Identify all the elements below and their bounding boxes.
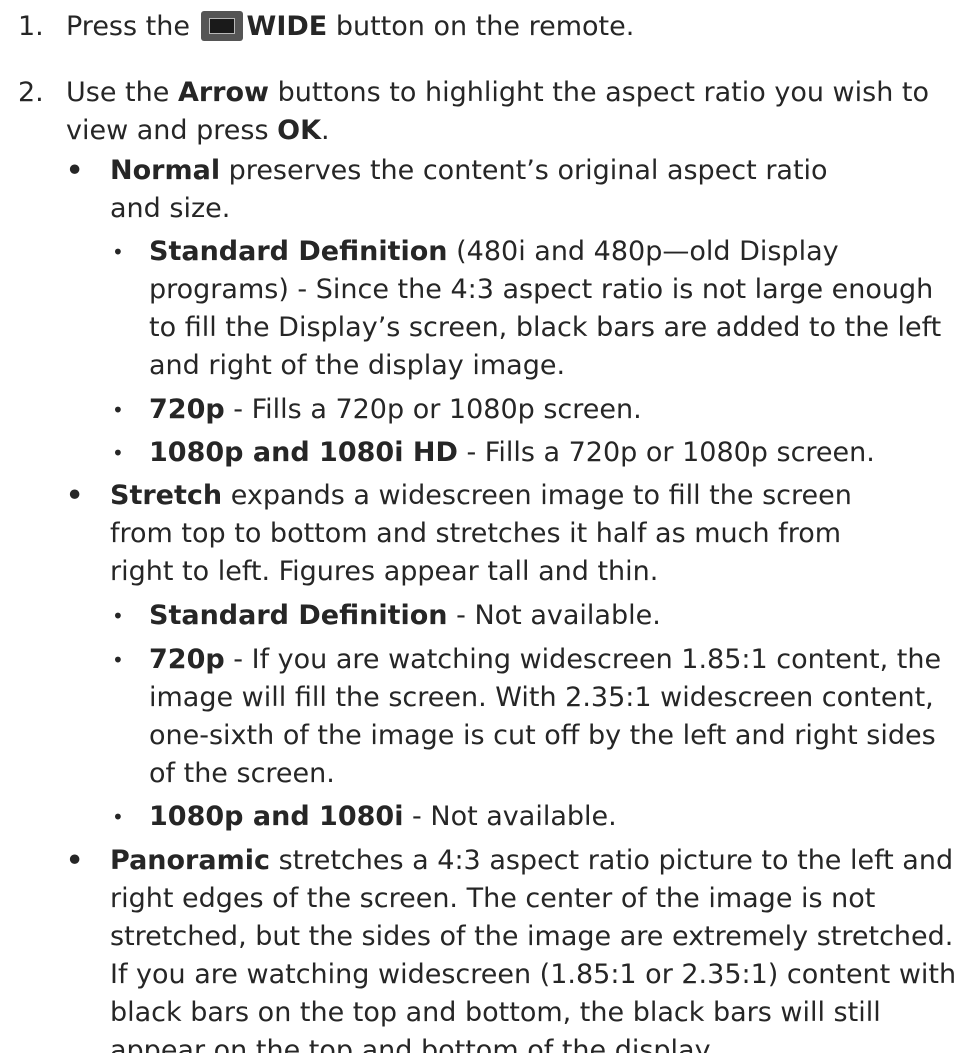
mode-panoramic: Panoramic stretches a 4:3 aspect ratio p… (110, 842, 962, 1053)
step-text-pre: Use the (66, 77, 170, 108)
sub-bullet-icon: • (112, 441, 124, 465)
wide-label: WIDE (246, 11, 328, 42)
step-text-end: . (321, 115, 330, 146)
sub-bullet-icon: • (112, 604, 124, 628)
item-label: Standard Definition (149, 600, 448, 631)
item-text: - Not available. (456, 600, 661, 631)
item-text: - Fills a 720p or 1080p screen. (466, 437, 875, 468)
sub-bullet-icon: • (112, 398, 124, 422)
mode-description: stretches a 4:3 aspect ratio picture to … (110, 845, 957, 1053)
mode-normal-item: 720p - Fills a 720p or 1080p screen. (149, 391, 961, 429)
mode-name: Panoramic (110, 845, 270, 876)
mode-name: Stretch (110, 480, 223, 511)
item-text: - If you are watching widescreen 1.85:1 … (149, 644, 942, 789)
mode-stretch-item: 720p - If you are watching widescreen 1.… (149, 641, 961, 793)
sub-bullet-icon: • (112, 648, 124, 672)
item-text: - Fills a 720p or 1080p screen. (233, 394, 642, 425)
bullet-icon: • (66, 845, 84, 876)
instruction-page: 1. Press the WIDE button on the remote. … (0, 0, 968, 1053)
ok-label: OK (277, 115, 321, 146)
sub-bullet-icon: • (112, 240, 124, 264)
step-text-pre: Press the (66, 11, 190, 42)
mode-description: expands a widescreen image to fill the s… (110, 480, 852, 587)
mode-normal-item: Standard Definition (480i and 480p—old D… (149, 233, 961, 385)
item-label: 720p (149, 644, 225, 675)
mode-stretch-item: 1080p and 1080i - Not available. (149, 798, 961, 836)
step-text: Press the WIDE button on the remote. (66, 8, 966, 46)
bullet-icon: • (66, 480, 84, 511)
step-number: 2. (18, 77, 44, 108)
step-number: 1. (18, 11, 44, 42)
step-text-post: button on the remote. (335, 11, 635, 42)
step-text: Use the Arrow buttons to highlight the a… (66, 74, 966, 150)
item-label: 720p (149, 394, 225, 425)
mode-stretch-item: Standard Definition - Not available. (149, 597, 961, 635)
mode-name: Normal (110, 155, 221, 186)
mode-stretch: Stretch expands a widescreen image to fi… (110, 477, 910, 591)
sub-bullet-icon: • (112, 805, 124, 829)
item-label: Standard Definition (149, 236, 448, 267)
mode-normal-item: 1080p and 1080i HD - Fills a 720p or 108… (149, 434, 961, 472)
arrow-label: Arrow (177, 77, 269, 108)
bullet-icon: • (66, 155, 84, 186)
item-label: 1080p and 1080i HD (149, 437, 458, 468)
mode-normal: Normal preserves the content’s original … (110, 152, 870, 228)
wide-button-icon (200, 11, 243, 41)
item-label: 1080p and 1080i (149, 801, 404, 832)
item-text: - Not available. (412, 801, 617, 832)
